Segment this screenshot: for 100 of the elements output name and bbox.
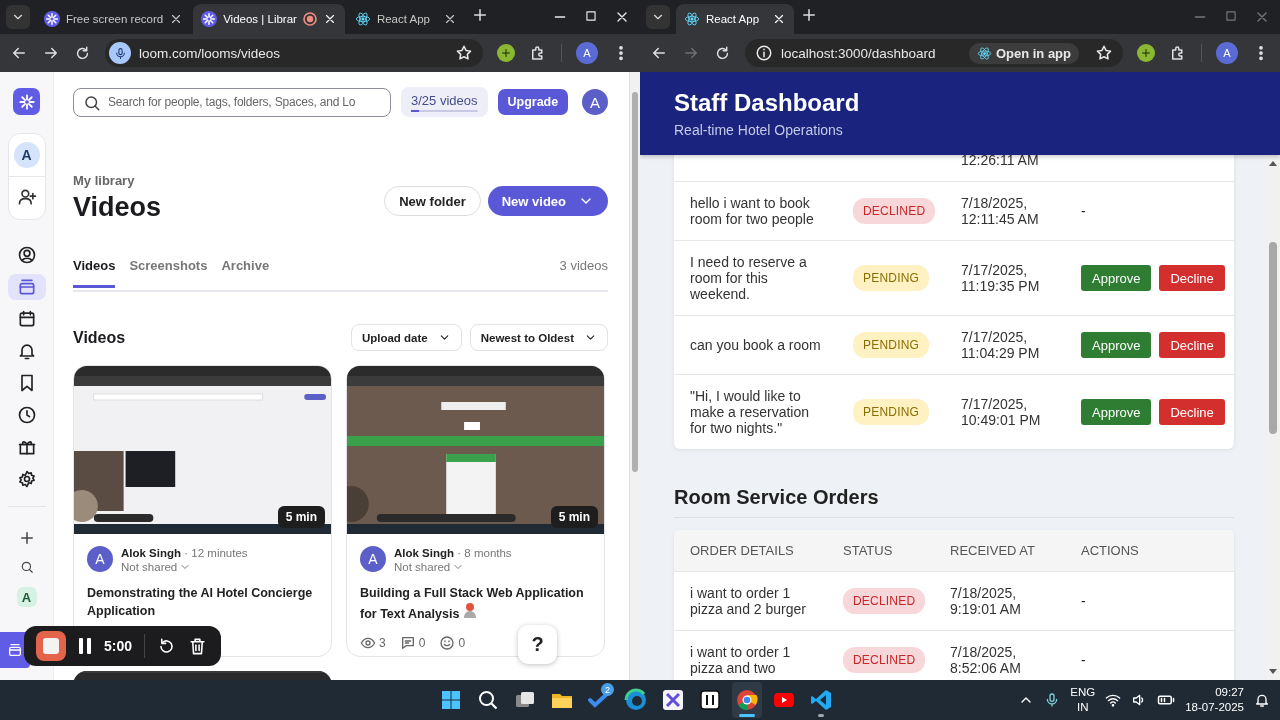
scrollbar[interactable] — [1266, 155, 1280, 680]
eye-icon — [360, 635, 376, 651]
close-icon[interactable] — [772, 12, 786, 26]
wifi-icon[interactable] — [1105, 692, 1122, 708]
received-time: 7/18/2025, 8:52:06 AM — [950, 644, 1022, 676]
add-user-icon[interactable] — [16, 187, 37, 207]
received-time: 7/18/2025, 12:11:45 AM — [961, 195, 1040, 227]
request-message: "Hi, I would like to make a reservation for two nights." — [690, 388, 810, 436]
react-logo-icon — [684, 11, 700, 27]
column-header: ACTIONS — [1081, 543, 1140, 558]
scrollbar[interactable] — [629, 72, 640, 680]
library-tab[interactable]: Videos — [73, 258, 116, 288]
request-message: i want to order 1 pizza and 2 burger — [690, 585, 806, 617]
request-message: I need to reserve a room for this weekend. — [690, 254, 807, 302]
stop-button[interactable] — [36, 631, 66, 661]
request-message: can you book a room — [690, 337, 821, 353]
approve-button[interactable]: Approve — [1081, 399, 1152, 425]
browser-tab[interactable]: Videos | Librar — [193, 4, 345, 34]
clock[interactable]: 09:27 18-07-2025 — [1185, 685, 1244, 715]
sharing-dropdown[interactable]: Not shared — [394, 560, 465, 574]
author-name: Alok Singh — [121, 547, 182, 559]
received-time: 12:26:11 AM — [961, 155, 1040, 168]
loom-logo-icon[interactable] — [13, 88, 40, 115]
duration-badge: 5 min — [550, 506, 598, 528]
address-bar[interactable]: loom.com/looms/videos — [105, 39, 483, 67]
search-field[interactable]: Search for people, tags, folders, Spaces, and Lo — [73, 87, 391, 117]
library-tab[interactable]: Screenshots — [129, 258, 208, 288]
tool-icon — [661, 688, 685, 712]
star-icon[interactable] — [455, 44, 473, 62]
reaction-count: 0 — [439, 635, 466, 651]
author-avatar: A — [360, 546, 386, 572]
microphone-button[interactable] — [109, 42, 131, 64]
dashboard-subtitle: Real-time Hotel Operations — [674, 122, 843, 138]
tab-list-button[interactable] — [6, 5, 30, 29]
profile-avatar[interactable]: A — [1216, 42, 1238, 64]
decline-button[interactable]: Decline — [1159, 399, 1225, 425]
maximize-icon[interactable] — [584, 9, 598, 23]
profile-avatar[interactable]: A — [576, 42, 598, 64]
browser-tab[interactable]: React App — [676, 4, 794, 34]
column-header: ORDER DETAILS — [690, 543, 795, 558]
language-indicator[interactable]: ENG IN — [1070, 685, 1096, 715]
chrome-taskbar-button[interactable] — [732, 682, 762, 718]
person-icon — [462, 602, 477, 618]
chrome-icon — [735, 688, 759, 712]
trash-icon[interactable] — [188, 636, 208, 656]
decline-button[interactable]: Decline — [1159, 265, 1225, 291]
status-badge: DECLINED — [843, 588, 926, 614]
star-icon[interactable] — [1095, 44, 1113, 62]
open-in-app-button[interactable]: Open in app — [968, 42, 1079, 64]
status-badge: PENDING — [853, 265, 930, 291]
address-bar[interactable]: localhost:3000/dashboard Open in app — [745, 39, 1123, 67]
new-video-button[interactable]: New video — [487, 186, 608, 216]
author-avatar: A — [87, 546, 113, 572]
start-icon — [439, 688, 463, 712]
browser-icon — [624, 688, 648, 712]
usage-meter[interactable]: 3/25 videos — [401, 87, 488, 117]
reload-icon[interactable] — [714, 44, 731, 62]
request-message: hello i want to book room for two people — [690, 195, 814, 227]
plus-icon — [1140, 47, 1152, 59]
workspace-avatar[interactable]: A — [16, 587, 37, 607]
video-title[interactable]: Building a Full Stack Web Application for Text Analysis — [347, 574, 604, 623]
loom-logo-icon — [44, 11, 60, 27]
user-avatar[interactable]: A — [582, 89, 608, 115]
new-folder-button[interactable]: New folder — [384, 186, 481, 216]
duration-badge: 5 min — [277, 506, 325, 528]
section-title: Videos — [73, 328, 126, 347]
pause-icon[interactable] — [78, 637, 92, 655]
extension-icon[interactable] — [1137, 44, 1155, 62]
clock-icon — [16, 405, 37, 425]
info-icon — [755, 44, 773, 62]
sort-dropdown[interactable]: Upload date — [350, 324, 462, 351]
sort-dropdown[interactable]: Newest to Oldest — [469, 324, 608, 351]
notes-app-icon — [698, 688, 722, 712]
extension-icon[interactable] — [497, 44, 515, 62]
browser-tab[interactable]: React App — [346, 4, 465, 34]
sharing-dropdown[interactable]: Not shared — [121, 560, 192, 574]
help-button[interactable]: ? — [518, 625, 557, 664]
approve-button[interactable]: Approve — [1081, 332, 1152, 358]
microphone-icon — [113, 46, 127, 60]
library-nav-item[interactable] — [7, 274, 46, 300]
upgrade-button[interactable]: Upgrade — [497, 89, 569, 115]
bell-icon[interactable] — [1254, 692, 1270, 708]
separator-dot: · — [457, 547, 462, 559]
new-tab-icon[interactable] — [800, 6, 818, 24]
library-tab[interactable]: Archive — [221, 258, 270, 288]
search-icon[interactable] — [19, 560, 34, 574]
reload-icon[interactable] — [74, 44, 91, 62]
video-count: 3 videos — [559, 258, 608, 273]
received-time: 7/17/2025, 11:04:29 PM — [961, 329, 1041, 361]
workspace-avatar[interactable]: A — [13, 142, 40, 168]
tab-list-button[interactable] — [646, 5, 670, 29]
video-title[interactable]: Demonstrating the AI Hotel Concierge Application — [74, 574, 331, 620]
plus-icon — [500, 47, 512, 59]
decline-button[interactable]: Decline — [1159, 332, 1225, 358]
settings-icon — [16, 469, 37, 489]
received-time: 7/17/2025, 10:49:01 PM — [961, 396, 1042, 428]
approve-button[interactable]: Approve — [1081, 265, 1152, 291]
browser-tab[interactable]: Free screen record — [36, 4, 192, 34]
status-badge: PENDING — [853, 332, 930, 358]
empty-value: - — [1081, 652, 1086, 668]
